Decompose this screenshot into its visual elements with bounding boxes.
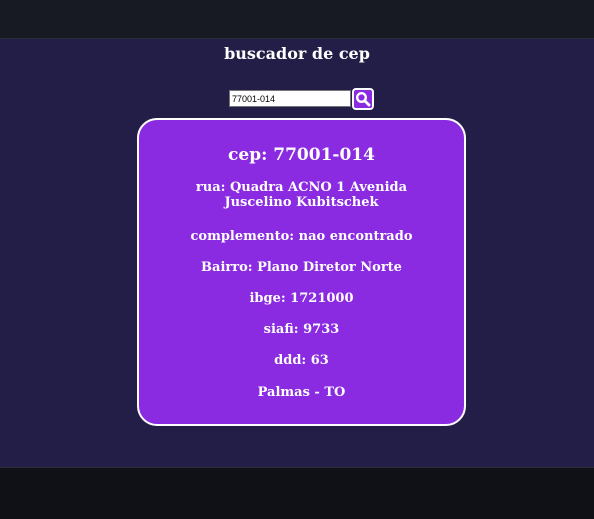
- complement-value: complemento: nao encontrado: [190, 229, 413, 244]
- cep-search-input[interactable]: [229, 90, 351, 107]
- city-state-value: Palmas - TO: [257, 385, 346, 400]
- ddd-value: ddd: 63: [274, 353, 329, 368]
- street-value: rua: Quadra ACNO 1 Avenida Juscelino Kub…: [195, 180, 408, 210]
- cep-value: cep: 77001-014: [228, 145, 375, 165]
- search-bar: [229, 87, 374, 110]
- bottom-bar: [0, 468, 594, 519]
- page-title: buscador de cep: [224, 44, 370, 63]
- neighborhood-value: Bairro: Plano Diretor Norte: [201, 260, 402, 275]
- search-icon: [355, 91, 371, 106]
- top-bar: [0, 0, 594, 38]
- search-button[interactable]: [352, 87, 374, 110]
- ibge-value: ibge: 1721000: [249, 291, 354, 306]
- main-section: buscador de cep cep: 77001-014 rua: Quad…: [0, 38, 594, 468]
- address-result-card: cep: 77001-014 rua: Quadra ACNO 1 Avenid…: [137, 118, 466, 426]
- siafi-value: siafi: 9733: [263, 322, 340, 337]
